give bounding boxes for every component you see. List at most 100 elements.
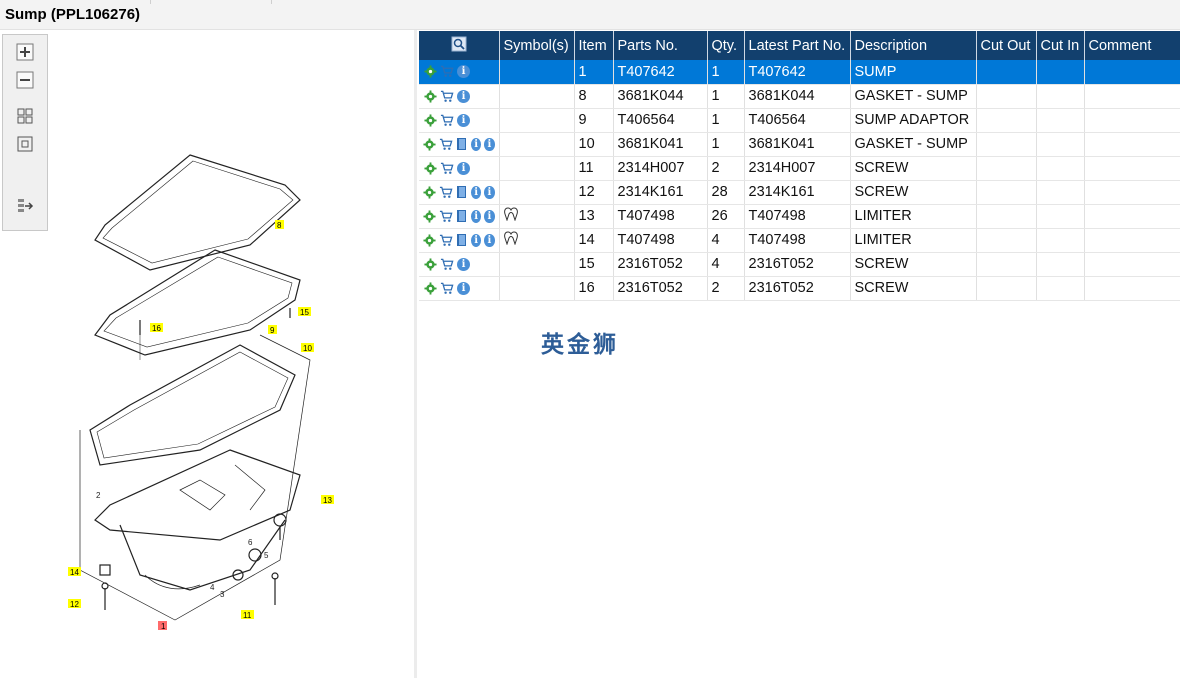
- cart-icon[interactable]: [440, 161, 454, 175]
- column-header-actions[interactable]: [419, 31, 500, 60]
- book-icon[interactable]: [456, 137, 468, 151]
- parts-no-cell[interactable]: 2314K161: [613, 180, 708, 205]
- zoom-in-button[interactable]: [13, 41, 37, 63]
- parts-no-cell[interactable]: T407498: [613, 228, 708, 253]
- gear-icon[interactable]: [423, 113, 437, 127]
- callout-14[interactable]: 14: [70, 568, 79, 577]
- gear-icon[interactable]: [423, 137, 436, 151]
- cart-icon[interactable]: [439, 137, 453, 151]
- callout-16[interactable]: 16: [152, 324, 161, 333]
- parts-no-cell[interactable]: 2314H007: [613, 156, 708, 181]
- table-row[interactable]: i 16 2316T052 2 2316T052 SCREW: [419, 276, 1180, 301]
- info-icon[interactable]: i: [471, 209, 482, 223]
- book-icon[interactable]: [456, 209, 468, 223]
- gear-icon[interactable]: [423, 281, 437, 295]
- table-row[interactable]: i 8 3681K044 1 3681K044 GASKET - SUMP: [419, 84, 1180, 109]
- info-icon[interactable]: i: [471, 137, 482, 151]
- column-header-latest-part-no[interactable]: Latest Part No.: [744, 31, 851, 60]
- symbol-icon[interactable]: [503, 231, 518, 245]
- info-icon[interactable]: i: [457, 89, 470, 103]
- export-button[interactable]: [13, 195, 37, 217]
- parts-no-cell[interactable]: 3681K044: [613, 84, 708, 109]
- column-header-cut-in[interactable]: Cut In: [1036, 31, 1085, 60]
- column-header-symbols[interactable]: Symbol(s): [499, 31, 575, 60]
- gear-icon[interactable]: [423, 209, 436, 223]
- callout-15[interactable]: 15: [300, 308, 309, 317]
- symbol-icon[interactable]: [503, 207, 518, 221]
- callout-6[interactable]: 6: [248, 538, 253, 547]
- cart-icon[interactable]: [439, 209, 453, 223]
- table-row[interactable]: i 1 T407642 1 T407642 SUMP: [419, 60, 1180, 85]
- exploded-parts-diagram[interactable]: 8 9 15 16 10 2 13 6 5 3 4 14 12 11 1: [50, 130, 350, 630]
- callout-5[interactable]: 5: [264, 551, 269, 560]
- parts-no-cell[interactable]: T407498: [613, 204, 708, 229]
- column-header-comment[interactable]: Comment: [1084, 31, 1180, 60]
- callout-13[interactable]: 13: [323, 496, 332, 505]
- table-row[interactable]: i 11 2314H007 2 2314H007 SCREW: [419, 156, 1180, 181]
- latest-part-no-cell[interactable]: T407498: [744, 228, 851, 253]
- latest-part-no-cell[interactable]: T407642: [744, 60, 851, 85]
- info-icon[interactable]: i: [457, 281, 470, 295]
- callout-12[interactable]: 12: [70, 600, 79, 609]
- search-icon[interactable]: [451, 36, 467, 52]
- gear-icon[interactable]: [423, 65, 437, 79]
- latest-part-no-cell[interactable]: 3681K044: [744, 84, 851, 109]
- info-icon[interactable]: i: [457, 113, 470, 127]
- parts-no-cell[interactable]: T407642: [613, 60, 708, 85]
- column-header-cut-out[interactable]: Cut Out: [976, 31, 1037, 60]
- book-icon[interactable]: [456, 233, 468, 247]
- gear-icon[interactable]: [423, 233, 436, 247]
- column-header-qty[interactable]: Qty.: [707, 31, 745, 60]
- parts-no-cell[interactable]: 2316T052: [613, 252, 708, 277]
- latest-part-no-cell[interactable]: T407498: [744, 204, 851, 229]
- table-row[interactable]: i 9 T406564 1 T406564 SUMP ADAPTOR: [419, 108, 1180, 133]
- cart-icon[interactable]: [439, 185, 453, 199]
- table-row[interactable]: i 15 2316T052 4 2316T052 SCREW: [419, 252, 1180, 277]
- parts-no-cell[interactable]: T406564: [613, 108, 708, 133]
- info-icon-secondary[interactable]: i: [484, 137, 495, 151]
- parts-no-cell[interactable]: 2316T052: [613, 276, 708, 301]
- info-icon[interactable]: i: [457, 257, 470, 271]
- table-row[interactable]: i i 14 T407498 4 T407498 LIMITER: [419, 228, 1180, 253]
- latest-part-no-cell[interactable]: T406564: [744, 108, 851, 133]
- gear-icon[interactable]: [423, 161, 437, 175]
- latest-part-no-cell[interactable]: 2316T052: [744, 252, 851, 277]
- cart-icon[interactable]: [440, 65, 454, 79]
- table-row[interactable]: i i 12 2314K161 28 2314K161 SCREW: [419, 180, 1180, 205]
- gear-icon[interactable]: [423, 185, 436, 199]
- latest-part-no-cell[interactable]: 2316T052: [744, 276, 851, 301]
- cart-icon[interactable]: [439, 233, 453, 247]
- table-row[interactable]: i i 10 3681K041 1 3681K041 GASKET - SUMP: [419, 132, 1180, 157]
- info-icon[interactable]: i: [457, 65, 470, 79]
- callout-1[interactable]: 1: [161, 622, 166, 630]
- fit-window-button[interactable]: [13, 133, 37, 155]
- info-icon[interactable]: i: [471, 185, 482, 199]
- parts-no-cell[interactable]: 3681K041: [613, 132, 708, 157]
- callout-3[interactable]: 3: [220, 590, 225, 599]
- callout-9[interactable]: 9: [270, 326, 275, 335]
- latest-part-no-cell[interactable]: 2314K161: [744, 180, 851, 205]
- gear-icon[interactable]: [423, 257, 437, 271]
- cart-icon[interactable]: [440, 113, 454, 127]
- book-icon[interactable]: [456, 185, 468, 199]
- callout-2[interactable]: 2: [96, 491, 101, 500]
- table-row[interactable]: i i 13 T407498 26 T407498 LIMITER: [419, 204, 1180, 229]
- callout-10[interactable]: 10: [303, 344, 312, 353]
- info-icon-secondary[interactable]: i: [484, 233, 495, 247]
- latest-part-no-cell[interactable]: 3681K041: [744, 132, 851, 157]
- info-icon[interactable]: i: [471, 233, 482, 247]
- column-header-description[interactable]: Description: [850, 31, 977, 60]
- cart-icon[interactable]: [440, 89, 454, 103]
- info-icon[interactable]: i: [457, 161, 470, 175]
- latest-part-no-cell[interactable]: 2314H007: [744, 156, 851, 181]
- zoom-out-button[interactable]: [13, 69, 37, 91]
- column-header-parts-no[interactable]: Parts No.: [613, 31, 708, 60]
- cart-icon[interactable]: [440, 257, 454, 271]
- info-icon-secondary[interactable]: i: [484, 185, 495, 199]
- cart-icon[interactable]: [440, 281, 454, 295]
- pane-splitter[interactable]: [414, 30, 417, 678]
- info-icon-secondary[interactable]: i: [484, 209, 495, 223]
- fit-all-button[interactable]: [13, 105, 37, 127]
- callout-4[interactable]: 4: [210, 583, 215, 592]
- gear-icon[interactable]: [423, 89, 437, 103]
